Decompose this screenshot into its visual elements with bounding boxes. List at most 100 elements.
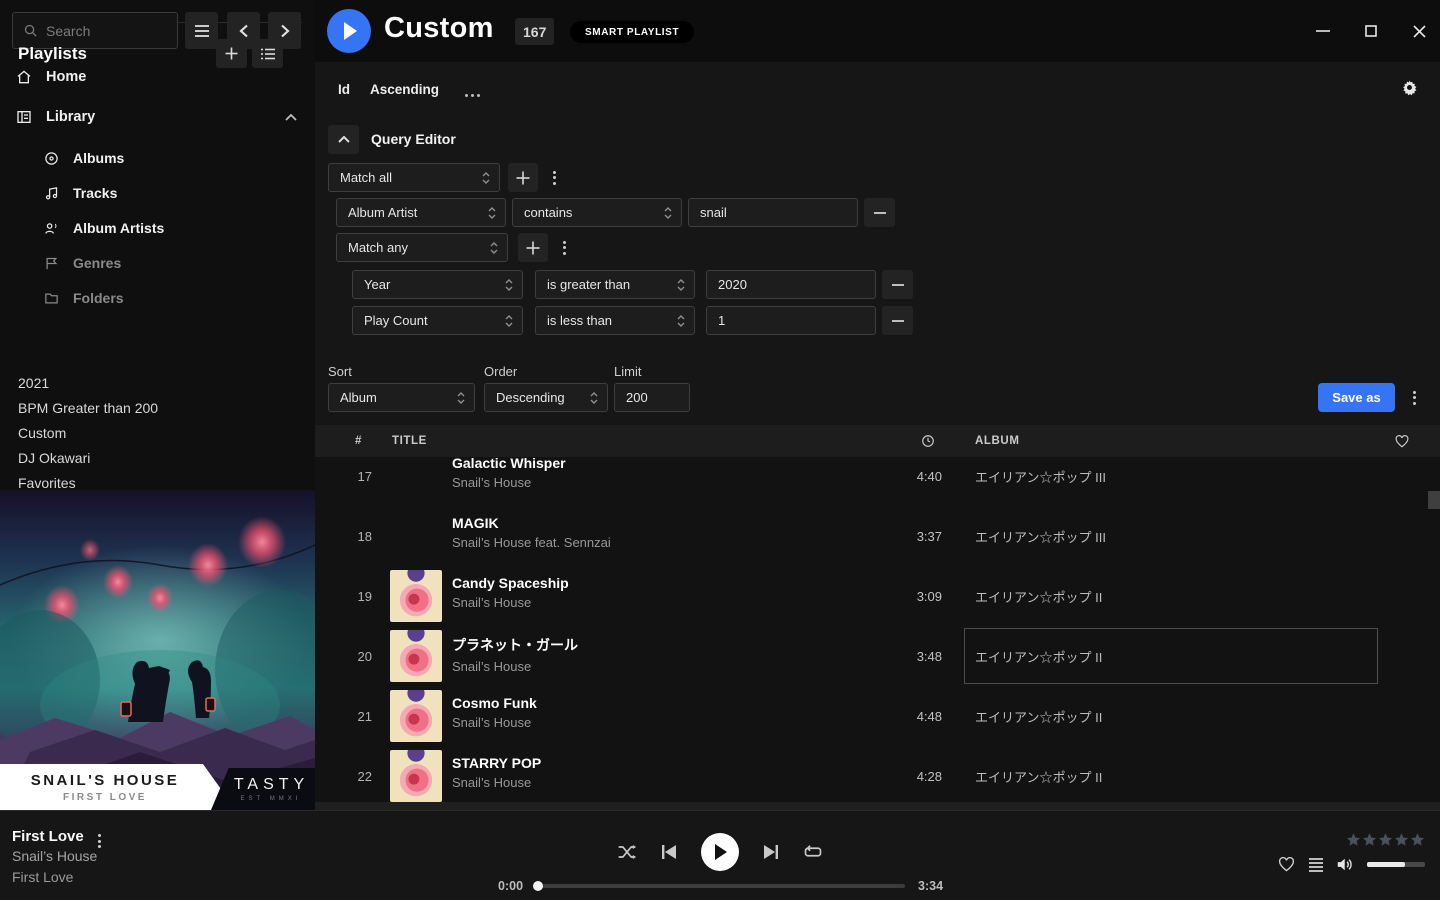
column-favorite[interactable] [1395,425,1409,457]
column-title[interactable]: TITLE [392,425,427,457]
select-chevrons-icon [664,206,672,220]
track-album[interactable]: エイリアン☆ポップ II [975,746,1102,802]
rule2-field-select[interactable]: Year [352,270,523,299]
now-playing-album-art[interactable]: SNAIL'S HOUSE FIRST LOVE TASTY EST MMXI [0,490,315,810]
vertical-scrollbar-thumb[interactable] [1428,491,1440,509]
track-album[interactable]: エイリアン☆ポップ II [975,686,1102,746]
table-row[interactable]: 17 Galactic WhisperSnail’s House 4:40 エイ… [315,457,1440,506]
play-playlist-button[interactable] [327,9,371,53]
star-icon[interactable] [1346,832,1361,847]
table-row[interactable]: 18 MAGIKSnail’s House feat. Sennzai 3:37… [315,506,1440,566]
playlist-list-button[interactable] [252,39,283,68]
track-artist[interactable]: Snail’s House [452,715,537,730]
select-value: Play Count [364,313,428,328]
sidebar-item-albums[interactable]: Albums [0,145,315,171]
match-mode-select-1[interactable]: Match all [328,163,500,192]
seek-knob[interactable] [533,881,543,891]
star-icon[interactable] [1362,832,1377,847]
save-menu-button[interactable] [1405,383,1423,412]
sidebar-item-genres[interactable]: Genres [0,250,315,276]
minimize-button[interactable] [1314,22,1332,40]
rule3-value-input[interactable]: 1 [706,306,876,335]
sort-direction-button[interactable]: Ascending [370,82,439,97]
previous-track-button[interactable] [661,844,677,860]
table-row[interactable]: 20 プラネット・ガールSnail’s House 3:48 エイリアン☆ポップ… [315,626,1440,686]
track-artist[interactable]: Snail’s House [452,595,569,610]
track-title[interactable]: Cosmo Funk [452,695,537,711]
track-artist[interactable]: Snail’s House [452,659,578,674]
track-artist[interactable]: Snail’s House [452,775,541,790]
playlist-item-2021[interactable]: 2021 [0,370,315,395]
match-mode-select-2[interactable]: Match any [336,233,508,262]
play-button[interactable] [701,833,739,871]
close-button[interactable] [1410,22,1428,40]
now-playing-album[interactable]: First Love [12,869,73,885]
next-track-button[interactable] [763,844,779,860]
track-title[interactable]: Candy Spaceship [452,575,569,591]
column-number[interactable]: # [355,425,362,457]
playlist-item-dj-okawari[interactable]: DJ Okawari [0,445,315,470]
limit-input[interactable]: 200 [614,383,690,412]
sidebar-item-album-artists[interactable]: Album Artists [0,215,315,241]
sidebar-item-tracks[interactable]: Tracks [0,180,315,206]
rule1-field-select[interactable]: Album Artist [336,198,506,227]
rule2-operator-select[interactable]: is greater than [535,270,695,299]
rule1-operator-select[interactable]: contains [512,198,682,227]
track-album[interactable]: エイリアン☆ポップ III [975,457,1106,506]
group-menu-button-1[interactable] [545,163,563,192]
collapse-query-editor-button[interactable] [328,125,359,154]
table-row[interactable]: 22 STARRY POPSnail’s House 4:28 エイリアン☆ポッ… [315,746,1440,802]
favorite-button[interactable] [1278,857,1295,872]
column-duration[interactable] [921,425,935,457]
rule3-operator-select[interactable]: is less than [535,306,695,335]
sort-field-button[interactable]: Id [338,82,350,97]
track-title[interactable]: STARRY POP [452,755,541,771]
table-row[interactable]: 19 Candy SpaceshipSnail’s House 3:09 エイリ… [315,566,1440,626]
more-options-button[interactable] [465,84,480,102]
rule3-field-select[interactable]: Play Count [352,306,523,335]
sidebar-item-library[interactable]: Library [0,103,315,131]
add-playlist-button[interactable] [216,39,247,68]
star-icon[interactable] [1410,832,1425,847]
sort-select[interactable]: Album [328,383,475,412]
playlist-item-custom[interactable]: Custom [0,420,315,445]
now-playing-artist[interactable]: Snail’s House [12,848,97,864]
maximize-button[interactable] [1362,22,1380,40]
remove-rule2-button[interactable] [882,270,913,299]
track-album[interactable]: エイリアン☆ポップ II [975,626,1102,686]
now-playing-menu-button[interactable] [98,824,101,848]
track-artist[interactable]: Snail’s House feat. Sennzai [452,535,611,550]
repeat-button[interactable] [803,844,823,860]
order-select[interactable]: Descending [484,383,608,412]
chevron-up-icon[interactable] [285,114,297,121]
rule1-value-input[interactable]: snail [688,198,858,227]
track-title[interactable]: プラネット・ガール [452,635,578,655]
volume-slider[interactable] [1367,862,1425,867]
seek-bar[interactable] [535,884,905,888]
track-album[interactable]: エイリアン☆ポップ II [975,566,1102,626]
limit-label: Limit [614,364,641,379]
horizontal-scrollbar[interactable] [315,802,1440,810]
playlist-item-bpm[interactable]: BPM Greater than 200 [0,395,315,420]
rule2-value-input[interactable]: 2020 [706,270,876,299]
add-rule-button-2[interactable] [518,233,548,262]
sidebar-item-folders[interactable]: Folders [0,285,315,311]
group-menu-button-2[interactable] [555,233,573,262]
column-album[interactable]: ALBUM [975,425,1020,457]
star-icon[interactable] [1378,832,1393,847]
now-playing-title[interactable]: First Love [12,828,84,845]
track-artist[interactable]: Snail’s House [452,475,566,490]
track-title[interactable]: MAGIK [452,515,611,531]
remove-rule1-button[interactable] [864,198,895,227]
settings-button[interactable] [1401,79,1418,96]
remove-rule3-button[interactable] [882,306,913,335]
track-album[interactable]: エイリアン☆ポップ III [975,506,1106,566]
shuffle-button[interactable] [617,844,637,860]
queue-button[interactable] [1308,858,1324,872]
save-as-button[interactable]: Save as [1318,383,1395,412]
volume-button[interactable] [1337,857,1354,872]
track-title[interactable]: Galactic Whisper [452,457,566,471]
add-rule-button-1[interactable] [508,163,538,192]
star-icon[interactable] [1394,832,1409,847]
table-row[interactable]: 21 Cosmo FunkSnail’s House 4:48 エイリアン☆ポッ… [315,686,1440,746]
